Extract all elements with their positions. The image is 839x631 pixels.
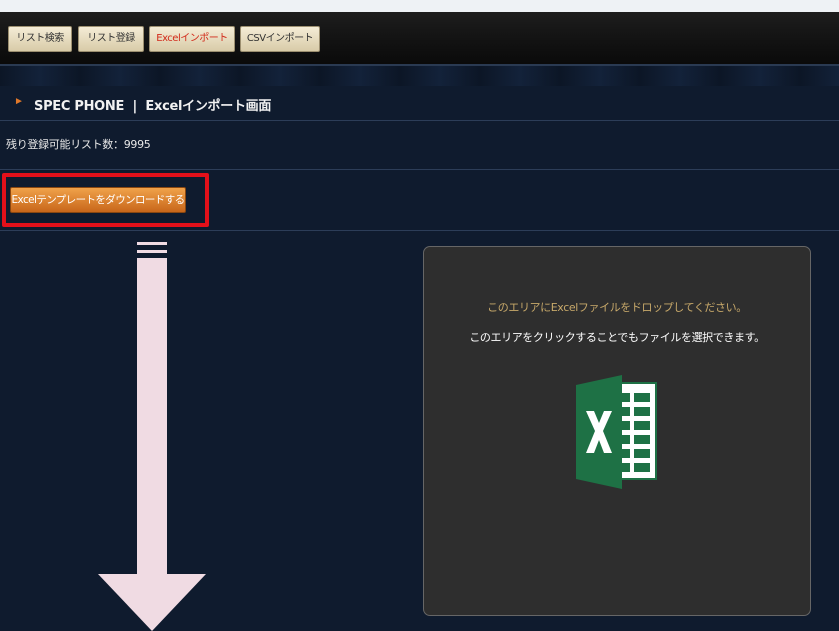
guide-arrow-icon [98, 242, 206, 631]
drop-instruction: このエリアにExcelファイルをドロップしてください。 [487, 301, 747, 314]
list-register-button[interactable]: リスト登録 [78, 26, 144, 52]
highlight-box [2, 173, 209, 227]
click-instruction: このエリアをクリックすることでもファイルを選択できます。 [469, 331, 765, 344]
title-arrow-icon: ► [14, 96, 24, 107]
window-top-strip [0, 0, 839, 12]
divider [0, 169, 839, 170]
page-title-bar: ► SPEC PHONE | Excelインポート画面 [0, 86, 839, 121]
decorative-band [0, 66, 839, 86]
file-drop-zone[interactable]: このエリアにExcelファイルをドロップしてください。 このエリアをクリックする… [423, 246, 811, 616]
divider [0, 230, 839, 231]
csv-import-button[interactable]: CSVインポート [240, 26, 320, 52]
toolbar: リスト検索 リスト登録 Excelインポート CSVインポート [0, 12, 839, 66]
excel-import-button[interactable]: Excelインポート [149, 26, 235, 52]
page-title: SPEC PHONE | Excelインポート画面 [34, 99, 272, 114]
excel-icon [576, 375, 657, 489]
remaining-list-count: 残り登録可能リスト数：9995 [6, 138, 151, 151]
list-search-button[interactable]: リスト検索 [8, 26, 72, 52]
